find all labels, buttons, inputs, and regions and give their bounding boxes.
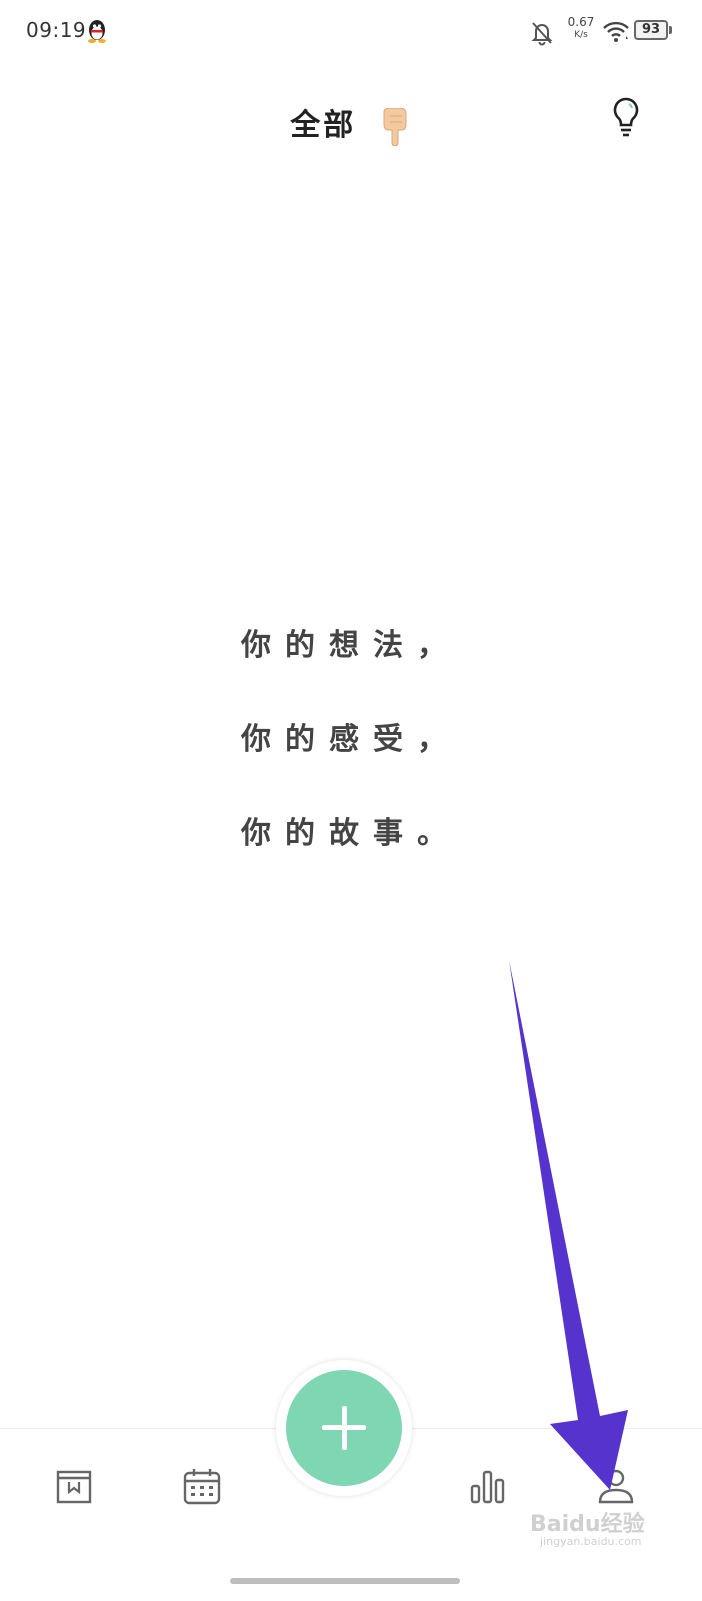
battery-level: 93 <box>641 22 661 37</box>
battery-icon: 93 <box>634 20 674 42</box>
network-speed: 0.67 K/s <box>566 16 596 42</box>
pointing-down-hand-icon <box>383 107 407 146</box>
qq-penguin-icon <box>88 20 106 43</box>
empty-state-line-1: 你的想法， <box>241 628 461 663</box>
bar-chart-icon[interactable] <box>468 1466 508 1506</box>
home-indicator[interactable] <box>230 1578 460 1584</box>
page-title-container[interactable]: 全部 <box>0 100 702 146</box>
empty-state-line-2: 你的感受， <box>241 722 461 757</box>
add-entry-button[interactable] <box>286 1370 402 1486</box>
diary-book-icon[interactable] <box>54 1466 94 1506</box>
lightbulb-icon[interactable] <box>610 96 642 140</box>
watermark-logo: Baidu经验 <box>530 1512 645 1537</box>
status-time: 09:19 <box>26 18 87 42</box>
calendar-icon[interactable] <box>182 1466 222 1506</box>
page-title[interactable]: 全部 <box>290 108 356 143</box>
profile-icon[interactable] <box>596 1466 636 1506</box>
status-bar: 09:19 0.67 K/s 93 <box>0 0 702 64</box>
empty-state-line-3: 你的故事。 <box>241 816 461 851</box>
watermark-url: jingyan.baidu.com <box>540 1535 642 1548</box>
network-speed-value: 0.67 <box>567 15 595 29</box>
network-speed-unit: K/s <box>574 30 588 40</box>
bell-off-icon <box>531 22 553 46</box>
wifi-icon <box>603 21 629 42</box>
